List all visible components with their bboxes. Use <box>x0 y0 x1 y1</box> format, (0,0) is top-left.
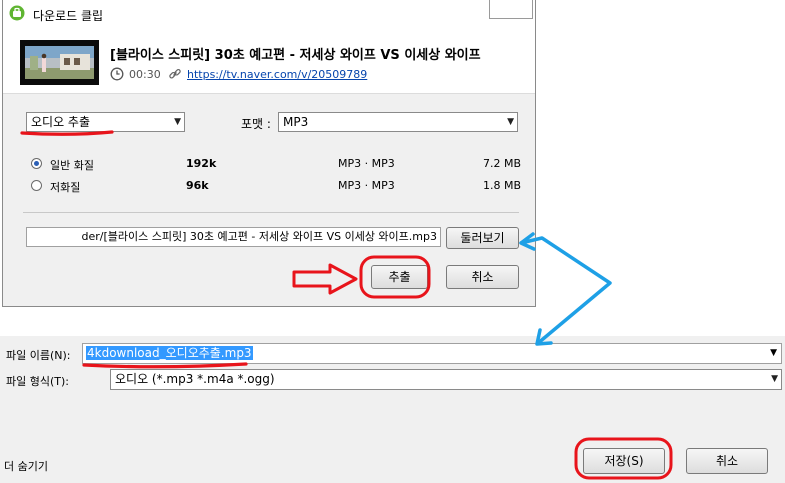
quality-size: 1.8 MB <box>482 179 521 192</box>
save-path-field[interactable]: der/[블라이스 스피릿] 30초 예고편 - 저세상 와이프 VS 이세상 … <box>26 227 441 247</box>
filename-label: 파일 이름(N): <box>6 349 71 362</box>
download-clip-dialog: 다운로드 클립 [블라이스 스피릿] 30초 예고편 - 저세상 와이프 VS … <box>2 0 536 307</box>
dialog-title: 다운로드 클립 <box>33 9 104 23</box>
video-duration: 00:30 <box>129 68 161 81</box>
clock-icon <box>110 67 124 81</box>
video-title: [블라이스 스피릿] 30초 예고편 - 저세상 와이프 VS 이세상 와이프 <box>110 48 481 63</box>
title-bar: 다운로드 클립 <box>3 0 535 28</box>
save-path-value: der/[블라이스 스피릿] 30초 예고편 - 저세상 와이프 VS 이세상 … <box>81 230 437 243</box>
filename-input[interactable]: 4kdownload_오디오추출.mp3 ▼ <box>82 343 782 364</box>
quality-codec: MP3 · MP3 <box>338 157 395 170</box>
format-label: 포맷 : <box>241 117 271 131</box>
divider <box>23 212 519 213</box>
quality-option-low[interactable]: 저화질 96k MP3 · MP3 1.8 MB <box>31 178 521 194</box>
filetype-label: 파일 형식(T): <box>6 375 69 388</box>
link-icon <box>169 68 181 79</box>
quality-option-normal[interactable]: 일반 화질 192k MP3 · MP3 7.2 MB <box>31 156 521 172</box>
quality-bitrate: 96k <box>186 179 209 192</box>
filetype-value: 오디오 (*.mp3 *.m4a *.ogg) <box>115 372 275 386</box>
save-cancel-button[interactable]: 취소 <box>686 448 768 474</box>
extract-button[interactable]: 추출 <box>371 265 428 289</box>
radio-button[interactable] <box>31 180 42 191</box>
video-url-link[interactable]: https://tv.naver.com/v/20509789 <box>187 68 367 81</box>
app-icon <box>9 5 25 21</box>
mode-select-value: 오디오 추출 <box>31 115 91 129</box>
filetype-select[interactable]: 오디오 (*.mp3 *.m4a *.ogg) ▼ <box>110 369 782 390</box>
hide-folders-toggle[interactable]: 더 숨기기 <box>4 458 48 474</box>
format-select-value: MP3 <box>283 115 309 129</box>
quality-label: 일반 화질 <box>50 159 94 172</box>
quality-codec: MP3 · MP3 <box>338 179 395 192</box>
cancel-button[interactable]: 취소 <box>446 265 519 289</box>
video-thumbnail <box>20 40 99 85</box>
quality-bitrate: 192k <box>186 157 217 170</box>
mode-select[interactable]: 오디오 추출 ▼ <box>26 112 185 132</box>
save-button[interactable]: 저장(S) <box>583 448 665 474</box>
quality-label: 저화질 <box>50 181 81 194</box>
chevron-down-icon: ▼ <box>507 117 514 127</box>
video-info: [블라이스 스피릿] 30초 예고편 - 저세상 와이프 VS 이세상 와이프 … <box>3 28 535 94</box>
window-close-button[interactable] <box>489 0 533 19</box>
quality-size: 7.2 MB <box>482 157 521 170</box>
browse-button[interactable]: 둘러보기 <box>446 227 519 249</box>
radio-button-selected[interactable] <box>31 158 42 169</box>
format-select[interactable]: MP3 ▼ <box>278 112 518 132</box>
save-file-dialog: 파일 이름(N): 4kdownload_오디오추출.mp3 ▼ 파일 형식(T… <box>0 336 785 483</box>
chevron-down-icon: ▼ <box>771 374 778 384</box>
filename-value: 4kdownload_오디오추출.mp3 <box>86 346 253 360</box>
chevron-down-icon[interactable]: ▼ <box>770 344 777 363</box>
chevron-down-icon: ▼ <box>174 117 181 127</box>
